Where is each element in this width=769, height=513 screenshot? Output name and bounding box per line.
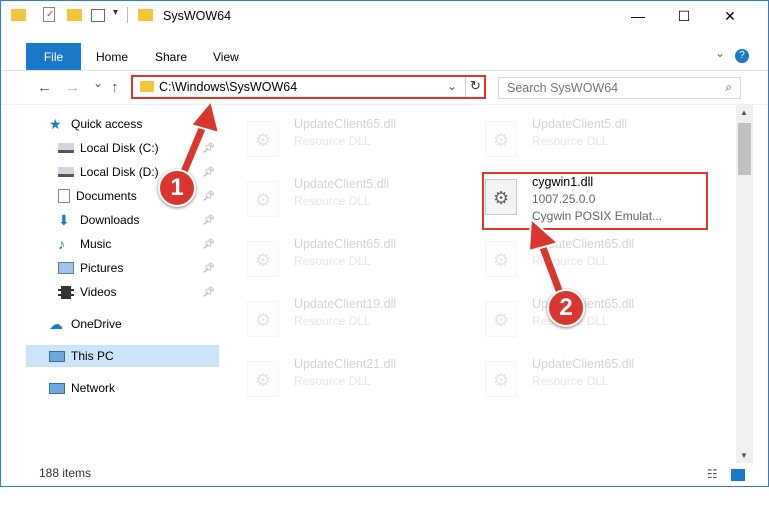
arrow-1	[175, 98, 221, 185]
arrow-2	[527, 216, 569, 307]
step-2-badge: 2	[547, 289, 585, 327]
annotation-arrows	[175, 98, 569, 307]
step-1-badge: 1	[158, 169, 196, 207]
explorer-window: ✓ ▾ SysWOW64 — ☐ ✕ File Home Share View …	[0, 0, 769, 487]
